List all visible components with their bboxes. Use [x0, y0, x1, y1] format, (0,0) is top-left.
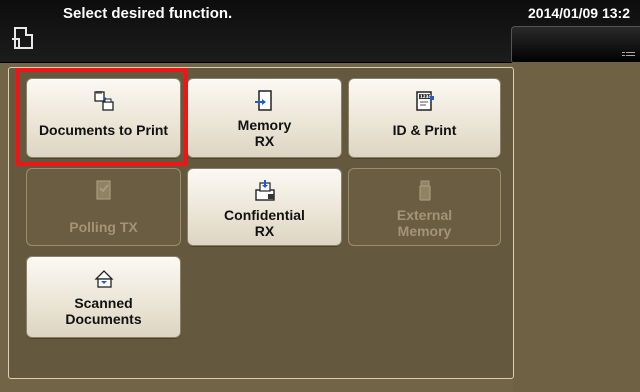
scanned-documents-icon — [93, 270, 114, 288]
polling-tx-button: Polling TX — [26, 168, 181, 246]
status-display[interactable] — [511, 26, 640, 64]
confidential-rx-icon — [254, 180, 275, 201]
printer-home-icon[interactable] — [10, 26, 36, 52]
memory-rx-icon — [254, 90, 272, 111]
external-memory-button: External Memory — [348, 168, 501, 246]
id-print-icon: 1234 — [415, 91, 434, 111]
datetime-display: 2014/01/09 13:2 — [528, 5, 630, 21]
memory-rx-button[interactable]: Memory RX — [187, 78, 342, 158]
id-print-button[interactable]: 1234 ID & Print — [348, 78, 501, 158]
confidential-rx-label-line1: Confidential — [224, 207, 305, 223]
confidential-rx-button[interactable]: Confidential RX — [187, 168, 342, 246]
external-memory-label-line1: External — [396, 207, 453, 223]
scanned-documents-label-line1: Scanned — [74, 295, 133, 311]
external-memory-icon — [418, 180, 431, 201]
scanned-documents-button[interactable]: Scanned Documents — [26, 256, 181, 338]
svg-text:1234: 1234 — [420, 94, 431, 99]
external-memory-label-line2: Memory — [397, 223, 452, 239]
status-indicator-icon — [622, 52, 635, 56]
id-print-label: ID & Print — [392, 122, 457, 138]
polling-tx-icon — [95, 180, 111, 200]
header-bar: Select desired function. 2014/01/09 13:2 — [0, 0, 640, 64]
page-title: Select desired function. — [63, 5, 233, 22]
memory-rx-label-line2: RX — [254, 133, 275, 149]
polling-tx-label: Polling TX — [69, 219, 138, 235]
right-side-area — [513, 62, 640, 392]
memory-rx-label-line1: Memory — [237, 117, 292, 133]
confidential-rx-label-line2: RX — [254, 223, 275, 239]
selection-highlight — [16, 68, 188, 166]
scanned-documents-label-line2: Documents — [65, 311, 142, 327]
